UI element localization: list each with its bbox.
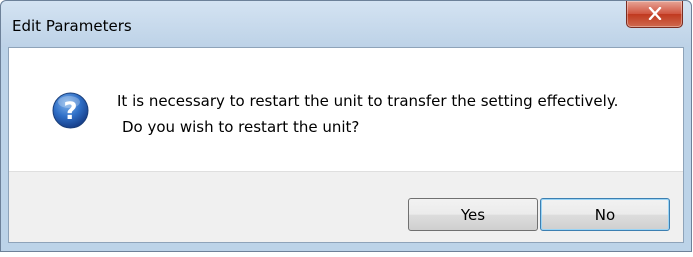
message-area: ? It is necessary to restart the unit to… <box>9 48 683 171</box>
message-line-1: It is necessary to restart the unit to t… <box>117 92 619 110</box>
no-button[interactable]: No <box>540 198 670 231</box>
close-button[interactable] <box>626 1 683 28</box>
button-area: Yes No <box>9 171 683 242</box>
question-icon: ? <box>52 92 89 129</box>
svg-text:?: ? <box>64 97 78 125</box>
yes-button[interactable]: Yes <box>408 198 538 231</box>
title-bar[interactable]: Edit Parameters <box>1 1 691 47</box>
dialog-body: ? It is necessary to restart the unit to… <box>8 47 684 243</box>
dialog-window: Edit Parameters ? It is necessary to res… <box>0 0 692 252</box>
message-line-2: Do you wish to restart the unit? <box>122 118 360 136</box>
window-title: Edit Parameters <box>12 17 132 35</box>
close-icon <box>648 7 662 20</box>
